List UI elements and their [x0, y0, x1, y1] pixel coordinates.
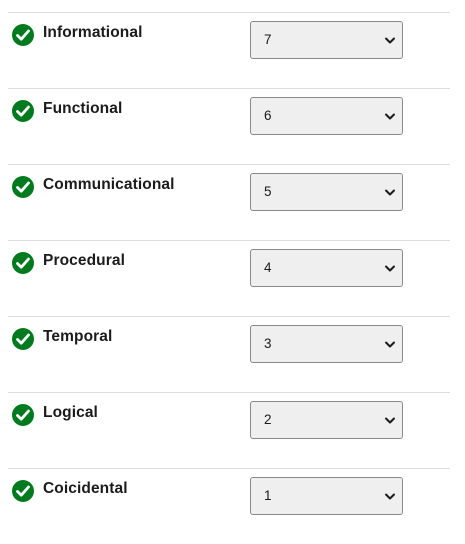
- match-row: Coicidental 1: [8, 468, 450, 544]
- chevron-down-icon: [384, 264, 396, 273]
- answer-select[interactable]: 7: [250, 21, 403, 59]
- match-label: Functional: [43, 100, 123, 117]
- match-row: Informational 7: [8, 12, 450, 88]
- match-row: Functional 6: [8, 88, 450, 164]
- check-circle-icon: [12, 328, 34, 350]
- answer-select[interactable]: 1: [250, 477, 403, 515]
- chevron-down-icon: [384, 112, 396, 121]
- match-label: Logical: [43, 404, 98, 421]
- match-label: Informational: [43, 24, 143, 41]
- answer-select[interactable]: 3: [250, 325, 403, 363]
- select-value: 7: [264, 32, 272, 47]
- select-value: 1: [264, 488, 272, 503]
- chevron-down-icon: [384, 416, 396, 425]
- answer-select[interactable]: 6: [250, 97, 403, 135]
- match-row: Communicational 5: [8, 164, 450, 240]
- answer-select[interactable]: 4: [250, 249, 403, 287]
- select-value: 3: [264, 336, 272, 351]
- match-label: Coicidental: [43, 480, 128, 497]
- select-value: 4: [264, 260, 272, 275]
- answer-select[interactable]: 5: [250, 173, 403, 211]
- check-circle-icon: [12, 24, 34, 46]
- check-circle-icon: [12, 404, 34, 426]
- match-label: Temporal: [43, 328, 113, 345]
- check-circle-icon: [12, 252, 34, 274]
- chevron-down-icon: [384, 188, 396, 197]
- chevron-down-icon: [384, 492, 396, 501]
- chevron-down-icon: [384, 36, 396, 45]
- match-row: Temporal 3: [8, 316, 450, 392]
- check-circle-icon: [12, 480, 34, 502]
- matching-question-list: Informational 7 Functional 6 Communicati…: [8, 12, 450, 544]
- answer-select[interactable]: 2: [250, 401, 403, 439]
- match-label: Communicational: [43, 176, 175, 193]
- select-value: 2: [264, 412, 272, 427]
- check-circle-icon: [12, 176, 34, 198]
- match-row: Logical 2: [8, 392, 450, 468]
- check-circle-icon: [12, 100, 34, 122]
- match-row: Procedural 4: [8, 240, 450, 316]
- chevron-down-icon: [384, 340, 396, 349]
- select-value: 5: [264, 184, 272, 199]
- match-label: Procedural: [43, 252, 125, 269]
- select-value: 6: [264, 108, 272, 123]
